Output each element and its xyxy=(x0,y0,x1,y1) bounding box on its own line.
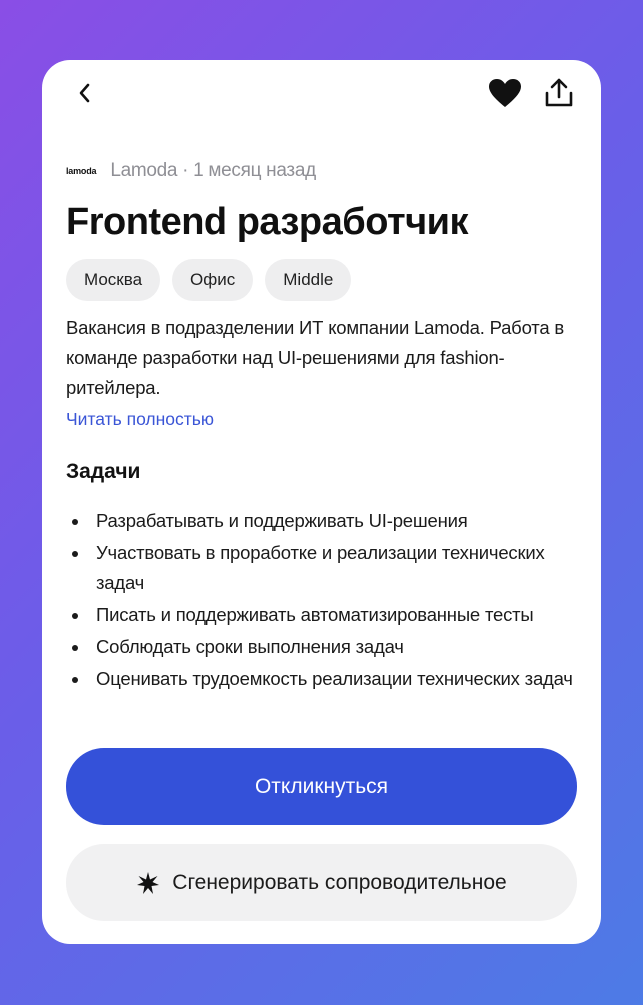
tag-location: Москва xyxy=(66,258,161,301)
company-logo: lamoda xyxy=(66,166,97,176)
vacancy-card: lamoda Lamoda · 1 месяц назад Frontend р… xyxy=(42,60,601,944)
job-description: Вакансия в подразделении ИТ компании Lam… xyxy=(66,316,564,398)
tag-format: Офис xyxy=(172,258,254,301)
tasks-list: Разрабатывать и поддерживать UI-решения … xyxy=(66,506,586,694)
back-button[interactable] xyxy=(70,78,100,108)
job-title: Frontend разработчик xyxy=(66,201,469,243)
top-bar xyxy=(42,60,601,130)
heart-icon xyxy=(489,79,521,107)
list-item: Разрабатывать и поддерживать UI-решения xyxy=(66,506,586,536)
share-button[interactable] xyxy=(540,74,578,112)
company-posted-info: Lamoda · 1 месяц назад xyxy=(110,160,316,181)
generate-button-label: Сгенерировать сопроводительное xyxy=(172,870,507,894)
tag-level: Middle xyxy=(265,258,352,301)
vacancy-content: lamoda Lamoda · 1 месяц назад Frontend р… xyxy=(66,155,586,750)
generate-cover-letter-button[interactable]: Сгенерировать сопроводительное xyxy=(66,844,577,921)
company-meta: lamoda Lamoda · 1 месяц назад xyxy=(66,155,586,187)
chevron-left-icon xyxy=(79,83,90,103)
list-item: Участвовать в проработке и реализации те… xyxy=(66,538,586,598)
list-item: Писать и поддерживать автоматизированные… xyxy=(66,600,586,630)
favorite-button[interactable] xyxy=(486,76,524,110)
respond-button-label: Откликнуться xyxy=(254,774,389,798)
read-more-link[interactable]: Читать полностью xyxy=(66,409,214,430)
job-tags: Москва Офис Middle xyxy=(66,258,586,301)
sparkle-icon xyxy=(136,871,160,895)
list-item: Соблюдать сроки выполнения задач xyxy=(66,632,586,662)
tasks-title: Задачи xyxy=(66,459,141,483)
list-item: Оценивать трудоемкость реализации технич… xyxy=(66,664,586,694)
respond-button[interactable]: Откликнуться xyxy=(66,748,577,825)
share-icon xyxy=(545,78,573,107)
